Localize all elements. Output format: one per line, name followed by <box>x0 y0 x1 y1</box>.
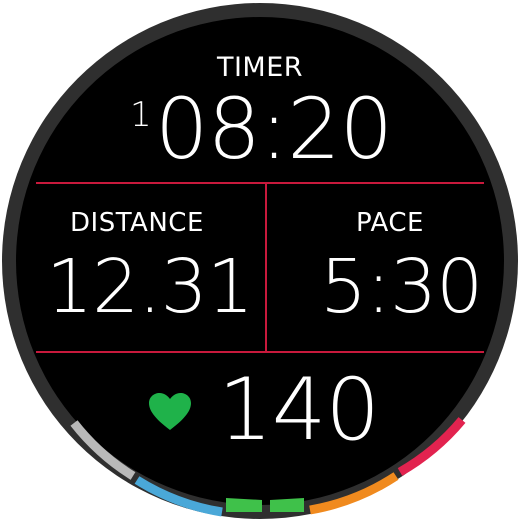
watch-face: TIMER 1 08:20 DISTANCE 12.31 PACE 5:30 1… <box>0 0 520 523</box>
lap-number: 1 <box>130 95 152 135</box>
center-divider <box>265 183 267 351</box>
heart-icon <box>149 393 191 430</box>
distance-value: 12.31 <box>46 244 254 330</box>
heart-rate-value: 140 <box>218 360 380 460</box>
pace-label: PACE <box>356 208 424 238</box>
bottom-divider <box>36 351 484 353</box>
timer-value: 08:20 <box>155 80 393 178</box>
timer-label: TIMER <box>216 52 304 83</box>
distance-label: DISTANCE <box>70 208 204 238</box>
pace-value: 5:30 <box>320 244 483 330</box>
top-divider <box>36 182 484 184</box>
